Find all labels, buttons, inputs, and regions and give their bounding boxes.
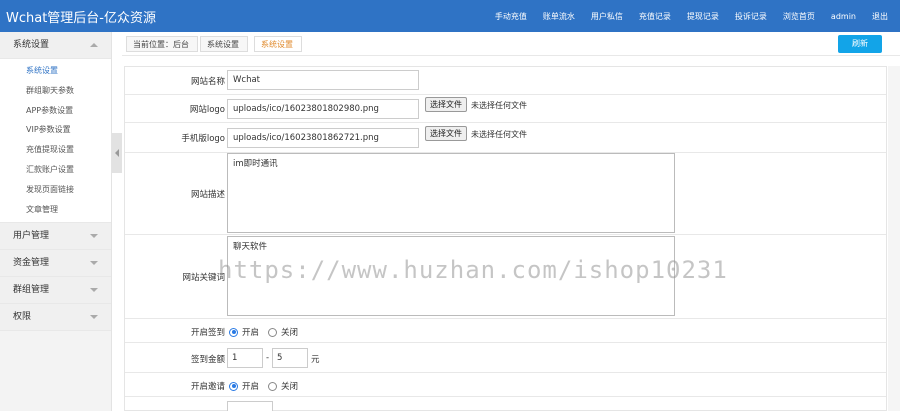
sidebar-group-label: 资金管理 <box>13 258 50 269</box>
site-logo-label: 网站logo <box>189 105 225 115</box>
sidebar-group-label: 系统设置 <box>13 40 50 50</box>
mobile-logo-input[interactable]: uploads/ico/16023801862721.png <box>227 128 419 148</box>
checkin-amount-separator: - <box>266 353 270 363</box>
site-name-label: 网站名称 <box>190 77 225 87</box>
form-row-invite: 开启邀请 开启 关闭 <box>125 373 886 397</box>
sidebar-item-system-settings[interactable]: 系统设置 <box>0 61 111 81</box>
invite-on-radio[interactable]: 开启 <box>229 380 259 392</box>
nav-logout[interactable]: 退出 <box>872 11 888 22</box>
nav-browse-home[interactable]: 浏览首页 <box>783 11 815 22</box>
nav-user-messages[interactable]: 用户私信 <box>591 11 623 22</box>
sidebar-item-article-management[interactable]: 文章管理 <box>0 199 111 220</box>
form-row-next <box>125 397 886 411</box>
top-header: Wchat管理后台-亿众资源 手动充值 账单流水 用户私信 充值记录 提现记录 … <box>0 0 900 32</box>
form-row-checkin-amount: 签到金额 1 - 5 元 <box>125 343 886 373</box>
nav-admin-user[interactable]: admin <box>831 12 856 21</box>
chevron-down-icon <box>90 234 98 239</box>
settings-form: 网站名称 Wchat 网站logo uploads/ico/1602380180… <box>124 66 887 411</box>
mobile-logo-choose-file-button[interactable]: 选择文件 <box>425 126 467 141</box>
sidebar-group-system-settings[interactable]: 系统设置 <box>0 32 111 59</box>
site-logo-input[interactable]: uploads/ico/16023801802980.png <box>227 99 419 119</box>
nav-manual-recharge[interactable]: 手动充值 <box>495 11 527 22</box>
sidebar-group-fund-management[interactable]: 资金管理 <box>0 250 111 278</box>
checkin-amount-label: 签到金额 <box>190 355 225 365</box>
radio-checked-icon <box>229 327 238 337</box>
sidebar-item-app-params[interactable]: APP参数设置 <box>0 100 111 121</box>
checkin-off-radio[interactable]: 关闭 <box>268 326 298 338</box>
sidebar-group-group-management[interactable]: 群组管理 <box>0 277 111 305</box>
checkin-label: 开启签到 <box>190 328 225 338</box>
site-description-textarea[interactable]: im即时通讯 <box>227 153 675 233</box>
sidebar-item-discover-links[interactable]: 发现页面链接 <box>0 179 111 200</box>
next-row-input[interactable] <box>227 401 273 411</box>
checkin-on-radio[interactable]: 开启 <box>229 326 259 338</box>
site-keywords-label: 网站关键词 <box>182 273 225 283</box>
app-title: Wchat管理后台-亿众资源 <box>6 11 156 26</box>
form-row-mobile-logo: 手机版logo uploads/ico/16023801862721.png 选… <box>125 123 886 153</box>
scrollbar[interactable] <box>888 66 900 411</box>
top-nav: 手动充值 账单流水 用户私信 充值记录 提现记录 投诉记录 浏览首页 admin… <box>479 0 888 32</box>
checkin-amount-unit: 元 <box>311 355 320 365</box>
site-logo-file-note: 未选择任何文件 <box>471 101 527 110</box>
form-row-site-keywords: 网站关键词 聊天软件 <box>125 235 886 319</box>
mobile-logo-file-note: 未选择任何文件 <box>471 130 527 139</box>
checkin-on-label: 开启 <box>242 328 260 338</box>
site-keywords-textarea[interactable]: 聊天软件 <box>227 236 675 316</box>
site-name-input[interactable]: Wchat <box>227 70 419 90</box>
main-content: 网站名称 Wchat 网站logo uploads/ico/1602380180… <box>122 56 900 411</box>
chevron-up-icon <box>90 43 98 47</box>
nav-withdraw-records[interactable]: 提现记录 <box>687 11 719 22</box>
form-row-site-description: 网站描述 im即时通讯 <box>125 153 886 235</box>
radio-checked-icon <box>229 381 238 391</box>
nav-bill-flow[interactable]: 账单流水 <box>543 11 575 22</box>
breadcrumb-item-current: 系统设置 <box>254 36 302 52</box>
sidebar-group-user-management[interactable]: 用户管理 <box>0 223 111 251</box>
sidebar-group-permissions[interactable]: 权限 <box>0 304 111 332</box>
sidebar-item-vip-params[interactable]: VIP参数设置 <box>0 120 111 141</box>
radio-unchecked-icon <box>268 381 277 391</box>
breadcrumb: 当前位置：后台 系统设置 系统设置 刷新 <box>122 32 900 56</box>
radio-unchecked-icon <box>268 327 277 337</box>
sidebar-submenu: 系统设置 群组聊天参数 APP参数设置 VIP参数设置 充值提现设置 汇款账户设… <box>0 59 111 224</box>
mobile-logo-label: 手机版logo <box>181 134 225 144</box>
refresh-button[interactable]: 刷新 <box>838 35 882 53</box>
chevron-left-icon <box>115 149 119 157</box>
checkin-amount-min-input[interactable]: 1 <box>227 348 263 368</box>
sidebar-group-label: 用户管理 <box>13 231 50 242</box>
sidebar-item-group-chat-params[interactable]: 群组聊天参数 <box>0 80 111 101</box>
site-description-label: 网站描述 <box>190 190 225 200</box>
sidebar-item-remit-account[interactable]: 汇款账户设置 <box>0 159 111 180</box>
invite-on-label: 开启 <box>242 382 260 392</box>
chevron-down-icon <box>90 261 98 266</box>
breadcrumb-item-system[interactable]: 系统设置 <box>200 36 248 52</box>
breadcrumb-item-home[interactable]: 当前位置：后台 <box>126 36 198 52</box>
sidebar-item-recharge-withdraw[interactable]: 充值提现设置 <box>0 140 111 160</box>
form-row-site-logo: 网站logo uploads/ico/16023801802980.png 选择… <box>125 95 886 123</box>
invite-off-label: 关闭 <box>281 382 299 392</box>
chevron-down-icon <box>90 315 98 320</box>
sidebar: 系统设置 系统设置 群组聊天参数 APP参数设置 VIP参数设置 充值提现设置 … <box>0 32 112 411</box>
nav-complaint-records[interactable]: 投诉记录 <box>735 11 767 22</box>
sidebar-group-label: 权限 <box>13 312 32 323</box>
checkin-amount-max-input[interactable]: 5 <box>272 348 308 368</box>
sidebar-group-label: 群组管理 <box>13 285 50 296</box>
invite-label: 开启邀请 <box>190 382 225 392</box>
sidebar-collapse-handle[interactable] <box>112 133 122 173</box>
invite-off-radio[interactable]: 关闭 <box>268 380 298 392</box>
nav-recharge-records[interactable]: 充值记录 <box>639 11 671 22</box>
checkin-off-label: 关闭 <box>281 328 299 338</box>
form-row-checkin: 开启签到 开启 关闭 <box>125 319 886 343</box>
chevron-down-icon <box>90 288 98 293</box>
site-logo-choose-file-button[interactable]: 选择文件 <box>425 97 467 112</box>
form-row-site-name: 网站名称 Wchat <box>125 67 886 95</box>
